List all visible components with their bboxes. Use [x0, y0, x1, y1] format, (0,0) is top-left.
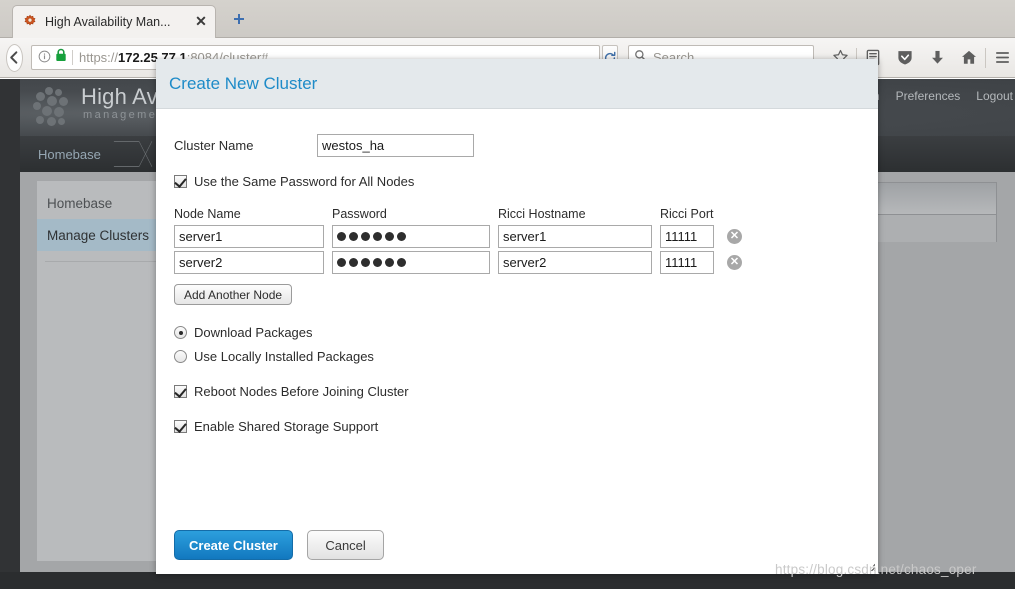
same-password-label: Use the Same Password for All Nodes — [194, 174, 415, 189]
new-tab-button[interactable] — [228, 12, 250, 34]
home-icon[interactable] — [953, 43, 985, 73]
table-row: ✕ — [174, 251, 878, 274]
table-row: ✕ — [174, 225, 878, 248]
ricci-hostname-input-1[interactable] — [498, 225, 652, 248]
nodes-table-header: Node Name Password Ricci Hostname Ricci … — [174, 207, 878, 221]
column-ricci-port: Ricci Port — [660, 207, 714, 221]
shield-icon[interactable] — [889, 43, 921, 73]
url-separator — [72, 50, 73, 65]
download-packages-label: Download Packages — [194, 325, 313, 340]
create-cluster-dialog: Create New Cluster Cluster Name Use the … — [156, 59, 878, 574]
browser-tab-strip: High Availability Man... ✕ — [0, 0, 1015, 38]
gear-icon — [22, 14, 38, 30]
breadcrumb-item-homebase[interactable]: Homebase — [20, 136, 119, 172]
page-info-icon[interactable] — [36, 50, 53, 66]
page-left-gutter — [0, 79, 20, 572]
dialog-header: Create New Cluster — [156, 59, 878, 109]
arrow-left-icon — [10, 51, 18, 64]
local-packages-radio[interactable] — [174, 350, 187, 363]
browser-tab[interactable]: High Availability Man... ✕ — [12, 5, 216, 38]
shared-storage-row[interactable]: Enable Shared Storage Support — [174, 419, 878, 434]
add-another-node-button[interactable]: Add Another Node — [174, 284, 293, 305]
nodes-table: Node Name Password Ricci Hostname Ricci … — [174, 207, 878, 305]
shared-storage-label: Enable Shared Storage Support — [194, 419, 379, 434]
ricci-port-input-1[interactable] — [660, 225, 714, 248]
dialog-footer: Create Cluster Cancel — [156, 520, 878, 574]
cluster-name-label: Cluster Name — [174, 137, 254, 153]
dialog-body: Cluster Name Use the Same Password for A… — [156, 109, 878, 434]
watermark: https://blog.csdn.net/chaos_oper — [775, 562, 977, 577]
options-checkbox-group: Reboot Nodes Before Joining Cluster Enab… — [174, 384, 878, 434]
top-nav-preferences[interactable]: Preferences — [896, 89, 961, 103]
dialog-title: Create New Cluster — [169, 73, 318, 93]
password-input-1[interactable] — [332, 225, 490, 248]
same-password-row[interactable]: Use the Same Password for All Nodes — [174, 174, 878, 189]
shared-storage-checkbox[interactable] — [174, 420, 187, 433]
cluster-dots-logo-icon — [31, 87, 75, 129]
password-input-2[interactable] — [332, 251, 490, 274]
cluster-name-row: Cluster Name — [174, 131, 878, 159]
column-password: Password — [332, 207, 387, 221]
download-icon[interactable] — [921, 43, 953, 73]
password-dots-2 — [337, 252, 406, 273]
browser-tab-title: High Availability Man... — [45, 15, 171, 29]
download-packages-row[interactable]: Download Packages — [174, 325, 878, 340]
cancel-button[interactable]: Cancel — [307, 530, 384, 560]
ricci-hostname-input-2[interactable] — [498, 251, 652, 274]
reboot-nodes-label: Reboot Nodes Before Joining Cluster — [194, 384, 409, 399]
lock-icon[interactable] — [53, 48, 69, 67]
cluster-name-input[interactable] — [317, 133, 474, 157]
remove-node-icon-1[interactable]: ✕ — [727, 229, 742, 244]
local-packages-row[interactable]: Use Locally Installed Packages — [174, 349, 878, 364]
password-dots-1 — [337, 226, 406, 247]
package-options-group: Download Packages Use Locally Installed … — [174, 325, 878, 364]
close-icon[interactable]: ✕ — [193, 14, 209, 30]
screen: High Availability Man... ✕ https://172.2… — [0, 0, 1015, 589]
back-button[interactable] — [6, 43, 23, 72]
remove-node-icon-2[interactable]: ✕ — [727, 255, 742, 270]
top-nav-logout[interactable]: Logout — [976, 89, 1013, 103]
download-packages-radio[interactable] — [174, 326, 187, 339]
same-password-checkbox[interactable] — [174, 175, 187, 188]
create-cluster-button[interactable]: Create Cluster — [174, 530, 293, 560]
node-name-input-1[interactable] — [174, 225, 324, 248]
node-name-input-2[interactable] — [174, 251, 324, 274]
column-node-name: Node Name — [174, 207, 241, 221]
local-packages-label: Use Locally Installed Packages — [194, 349, 374, 364]
reboot-nodes-checkbox[interactable] — [174, 385, 187, 398]
menu-icon[interactable] — [986, 43, 1015, 73]
column-ricci-hostname: Ricci Hostname — [498, 207, 586, 221]
reboot-nodes-row[interactable]: Reboot Nodes Before Joining Cluster — [174, 384, 878, 399]
plus-icon — [234, 14, 244, 24]
ricci-port-input-2[interactable] — [660, 251, 714, 274]
